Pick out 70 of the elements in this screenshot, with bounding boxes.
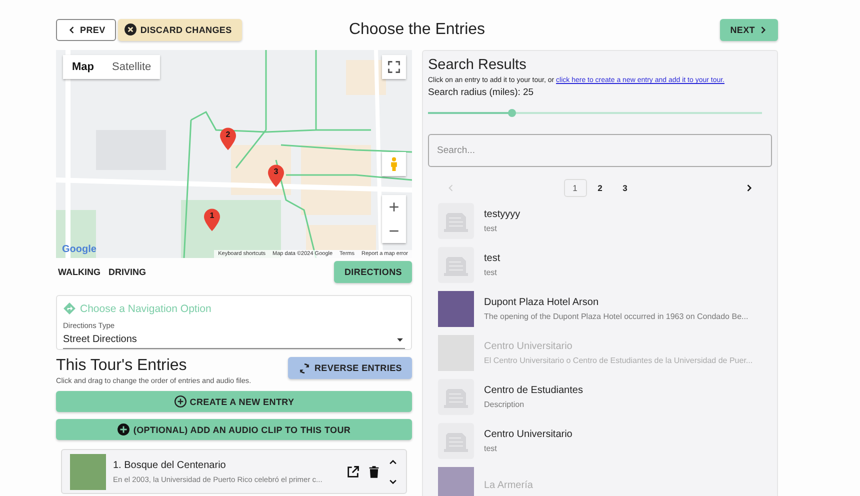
discard-changes-button[interactable]: DISCARD CHANGES: [118, 18, 242, 40]
page-button[interactable]: 2: [588, 179, 612, 197]
result-title: Centro de Estudiantes: [484, 385, 583, 396]
page-button[interactable]: 1: [564, 179, 586, 197]
map-marker[interactable]: 3: [268, 164, 284, 188]
section-title: This Tour's Entries: [56, 357, 188, 375]
map-marker[interactable]: 2: [220, 127, 236, 151]
add-audio-button[interactable]: (OPTIONAL) ADD AN AUDIO CLIP TO THIS TOUR: [56, 419, 412, 440]
building-icon: [438, 247, 474, 283]
close-circle-icon: [124, 23, 138, 36]
chevron-down-icon: [388, 477, 398, 487]
map-logo: Google: [62, 244, 96, 255]
reverse-entries-button[interactable]: REVERSE ENTRIES: [288, 357, 412, 379]
move-down-button[interactable]: [388, 477, 398, 487]
plus-circle-icon: [174, 395, 187, 408]
search-result[interactable]: Centro de Estudiantes Description: [438, 379, 772, 415]
fullscreen-icon: [387, 60, 401, 74]
building-icon: [438, 423, 474, 459]
create-entry-button[interactable]: CREATE A NEW ENTRY: [56, 391, 412, 412]
radius-label: Search radius (miles): 25: [428, 87, 535, 98]
search-result[interactable]: test test: [438, 247, 772, 283]
map-type-tab[interactable]: Satellite: [103, 55, 160, 79]
fullscreen-button[interactable]: [382, 55, 406, 79]
photo-placeholder: [438, 335, 474, 371]
directions-button[interactable]: DIRECTIONS: [334, 261, 412, 283]
result-title: test: [484, 253, 500, 264]
zoom-in-button[interactable]: +: [382, 195, 406, 219]
external-link-icon: [346, 465, 360, 479]
directions-sign-icon: [63, 302, 76, 315]
map-marker[interactable]: 1: [204, 208, 220, 232]
plus-circle-icon: [117, 423, 130, 436]
result-title: Dupont Plaza Hotel Arson: [484, 297, 600, 308]
map-type-tab[interactable]: Map: [63, 55, 103, 79]
trash-icon: [367, 465, 381, 479]
delete-button[interactable]: [367, 465, 381, 479]
result-description: The opening of the Dupont Plaza Hotel occurred in 1963 on Condado Be...: [484, 312, 748, 321]
navigation-heading: Choose a Navigation Option: [80, 302, 212, 314]
result-description: test: [484, 224, 498, 233]
page-button[interactable]: 3: [614, 179, 636, 197]
chevron-up-icon: [388, 457, 398, 467]
select-value: Street Directions: [63, 334, 137, 345]
zoom-out-button[interactable]: −: [382, 219, 406, 243]
photo-placeholder: [438, 291, 474, 327]
search-result[interactable]: testyyyy test: [438, 203, 772, 239]
result-title: La Armería: [484, 480, 533, 490]
panel-title: Search Results: [428, 57, 528, 73]
result-description: Description: [484, 400, 526, 409]
building-icon: [438, 203, 474, 239]
result-description: test: [484, 444, 498, 453]
entry-title: 1. Bosque del Centenario: [113, 460, 227, 471]
building-icon: [438, 379, 474, 415]
travel-mode-button[interactable]: DRIVING: [106, 267, 148, 277]
sync-icon: [298, 362, 312, 374]
prev-button[interactable]: PREV: [56, 18, 116, 40]
open-link-button[interactable]: [346, 465, 360, 479]
photo-placeholder: [70, 454, 106, 490]
travel-mode-button[interactable]: WALKING: [56, 267, 102, 277]
result-description: test: [484, 268, 498, 277]
result-title: Centro Universitario: [484, 429, 572, 440]
search-field[interactable]: Search...: [428, 134, 772, 167]
move-up-button[interactable]: [388, 457, 398, 467]
result-title: Centro Universitario: [484, 341, 574, 352]
result-title: testyyyy: [484, 209, 520, 220]
photo-placeholder: [438, 467, 474, 496]
search-result[interactable]: Centro Universitario test: [438, 423, 772, 459]
slider-thumb[interactable]: [508, 109, 516, 117]
search-result[interactable]: Dupont Plaza Hotel Arson The opening of the Dupont Plaza Hotel occurred in 1963 on Condado Be...: [438, 291, 772, 327]
result-description: El Centro Universitario o Centro de Estudiantes de la Universidad de Puer...: [484, 356, 753, 365]
page-title: Choose the Entries: [348, 20, 486, 38]
next-button[interactable]: NEXT: [720, 18, 778, 40]
